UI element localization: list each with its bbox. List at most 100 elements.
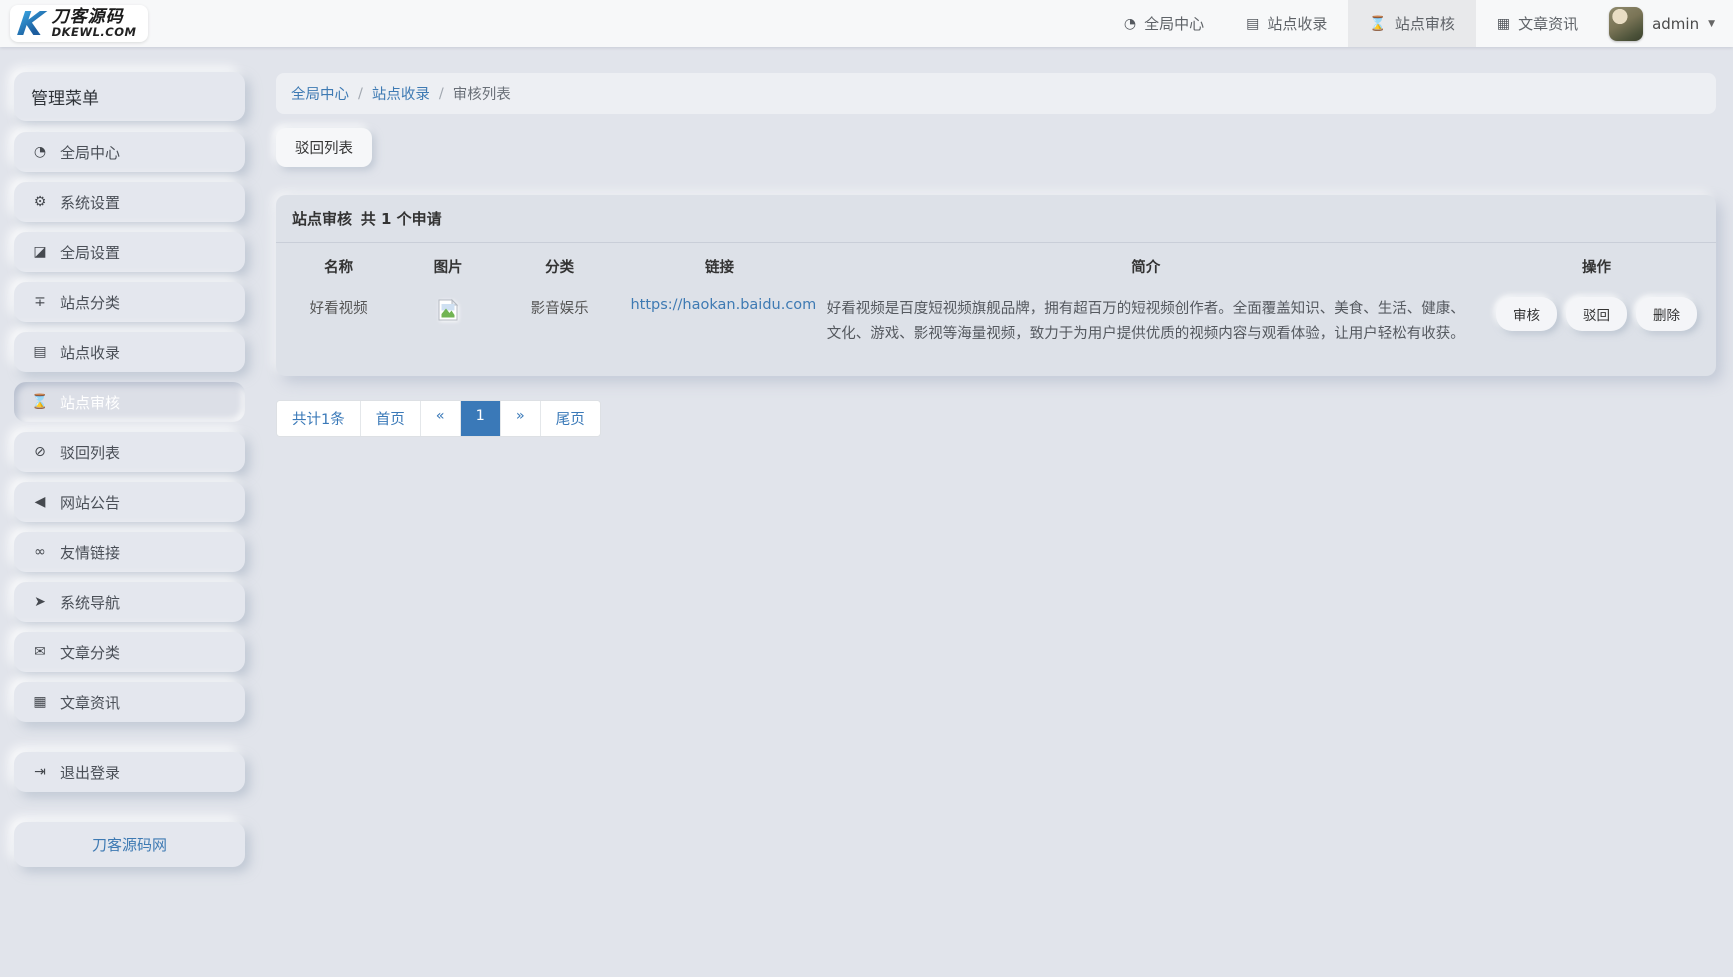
sidebar-item-label: 全局设置	[60, 242, 120, 263]
pagination-first[interactable]: 首页	[361, 401, 421, 436]
cell-site-name: 好看视频	[276, 287, 401, 376]
breadcrumb-separator: /	[439, 86, 444, 102]
sidebar-item-article-news[interactable]: ▦ 文章资讯	[14, 682, 245, 722]
topnav-label: 全局中心	[1144, 13, 1204, 34]
topnav-global-center[interactable]: ◔ 全局中心	[1103, 0, 1225, 47]
sidebar-item-label: 站点审核	[60, 392, 120, 413]
pagination-prev[interactable]: «	[421, 401, 461, 436]
topnav-article-news[interactable]: ▦ 文章资讯	[1476, 0, 1599, 47]
review-panel: 站点审核 共 1 个申请 名称 图片 分类 链接 简介	[276, 195, 1716, 376]
panel-subtitle: 共 1 个申请	[361, 210, 442, 228]
book-icon: ▤	[31, 344, 49, 360]
sidebar-item-label: 站点收录	[60, 342, 120, 363]
reject-list-button[interactable]: 驳回列表	[276, 128, 372, 167]
sidebar-item-system-nav[interactable]: ➤ 系统导航	[14, 582, 245, 622]
table-header-row: 名称 图片 分类 链接 简介 操作	[276, 243, 1716, 287]
image-icon: ◪	[31, 244, 49, 260]
sidebar-item-label: 文章资讯	[60, 692, 120, 713]
pagination-total: 共计1条	[277, 401, 361, 436]
sidebar-item-label: 全局中心	[60, 142, 120, 163]
reject-button[interactable]: 驳回	[1566, 297, 1627, 331]
user-menu[interactable]: admin ▼	[1599, 0, 1733, 47]
cell-site-image	[401, 287, 495, 376]
sidebar-item-label: 系统导航	[60, 592, 120, 613]
sidebar-item-site-announcement[interactable]: ◀ 网站公告	[14, 482, 245, 522]
col-header-category: 分类	[495, 243, 625, 287]
user-name: admin	[1652, 15, 1699, 33]
hourglass-icon: ⌛	[1369, 16, 1386, 32]
col-header-description: 简介	[815, 243, 1477, 287]
row-actions: 审核 驳回 删除	[1483, 297, 1710, 331]
main-content: 全局中心 / 站点收录 / 审核列表 驳回列表 站点审核 共 1 个申请	[245, 47, 1733, 477]
sidebar-item-site-index[interactable]: ▤ 站点收录	[14, 332, 245, 372]
breadcrumb-separator: /	[358, 86, 363, 102]
ban-icon: ⊘	[31, 444, 49, 460]
topnav-label: 文章资讯	[1518, 13, 1578, 34]
col-header-image: 图片	[401, 243, 495, 287]
sidebar-header: 管理菜单	[14, 72, 245, 121]
chevron-down-icon: ▼	[1708, 19, 1715, 29]
top-navigation: ◔ 全局中心 ▤ 站点收录 ⌛ 站点审核 ▦ 文章资讯 admin ▼	[1103, 0, 1733, 47]
app-root: K 刀客源码 DKEWL.COM ◔ 全局中心 ▤ 站点收录 ⌛ 站点审核 ▦ …	[0, 0, 1733, 977]
sidebar-item-system-settings[interactable]: ⚙ 系统设置	[14, 182, 245, 222]
pagination-page-1[interactable]: 1	[461, 401, 501, 436]
newspaper-icon: ▦	[31, 694, 49, 710]
sign-out-icon: ⇥	[31, 764, 49, 780]
approve-button[interactable]: 审核	[1496, 297, 1557, 331]
panel-title: 站点审核	[292, 210, 352, 228]
sidebar-item-global-center[interactable]: ◔ 全局中心	[14, 132, 245, 172]
pagination-next[interactable]: »	[501, 401, 541, 436]
table-row: 好看视频	[276, 287, 1716, 376]
breadcrumb: 全局中心 / 站点收录 / 审核列表	[276, 73, 1716, 114]
sidebar-item-site-review[interactable]: ⌛ 站点审核	[14, 382, 245, 422]
pagination: 共计1条 首页 « 1 » 尾页	[276, 400, 601, 437]
brand-domain: DKEWL.COM	[52, 26, 137, 38]
breadcrumb-site-index[interactable]: 站点收录	[372, 83, 430, 104]
sidebar-item-label: 驳回列表	[60, 442, 120, 463]
col-header-actions: 操作	[1477, 243, 1716, 287]
pagination-last[interactable]: 尾页	[541, 401, 600, 436]
breadcrumb-current: 审核列表	[453, 83, 511, 104]
location-arrow-icon: ➤	[31, 594, 49, 610]
sidebar-item-site-category[interactable]: ∓ 站点分类	[14, 282, 245, 322]
envelope-icon: ✉	[31, 644, 49, 660]
delete-button[interactable]: 删除	[1636, 297, 1697, 331]
topnav-label: 站点审核	[1395, 13, 1455, 34]
avatar	[1609, 7, 1643, 41]
sidebar-footer-link[interactable]: 刀客源码网	[14, 822, 245, 867]
cell-site-category: 影音娱乐	[495, 287, 625, 376]
gear-icon: ⚙	[31, 194, 49, 210]
topbar: K 刀客源码 DKEWL.COM ◔ 全局中心 ▤ 站点收录 ⌛ 站点审核 ▦ …	[0, 0, 1733, 47]
sidebar-item-label: 网站公告	[60, 492, 120, 513]
sidebar-item-article-category[interactable]: ✉ 文章分类	[14, 632, 245, 672]
site-link[interactable]: https://haokan.baidu.com	[630, 297, 816, 313]
sidebar-item-label: 文章分类	[60, 642, 120, 663]
brand-mark: K	[14, 7, 48, 40]
dashboard-icon: ◔	[1124, 16, 1136, 32]
handshake-icon: ∞	[31, 544, 49, 560]
panel-header: 站点审核 共 1 个申请	[276, 195, 1716, 243]
sidebar-item-reject-list[interactable]: ⊘ 驳回列表	[14, 432, 245, 472]
dashboard-icon: ◔	[31, 144, 49, 160]
review-table: 名称 图片 分类 链接 简介 操作 好看视频	[276, 243, 1716, 376]
sidebar-item-logout[interactable]: ⇥ 退出登录	[14, 752, 245, 792]
sidebar-item-global-settings[interactable]: ◪ 全局设置	[14, 232, 245, 272]
book-icon: ▤	[1246, 16, 1259, 32]
sidebar: 管理菜单 ◔ 全局中心 ⚙ 系统设置 ◪ 全局设置 ∓ 站点分类 ▤ 站点收录	[0, 47, 245, 897]
col-header-link: 链接	[624, 243, 814, 287]
bullhorn-icon: ◀	[31, 494, 49, 510]
sidebar-item-label: 系统设置	[60, 192, 120, 213]
sidebar-item-label: 站点分类	[60, 292, 120, 313]
topnav-label: 站点收录	[1267, 13, 1327, 34]
breadcrumb-global-center[interactable]: 全局中心	[291, 83, 349, 104]
topnav-site-index[interactable]: ▤ 站点收录	[1225, 0, 1348, 47]
newspaper-icon: ▦	[1497, 16, 1510, 32]
broken-image-icon	[435, 297, 461, 327]
brand-logo[interactable]: K 刀客源码 DKEWL.COM	[10, 5, 148, 42]
col-header-name: 名称	[276, 243, 401, 287]
hourglass-icon: ⌛	[31, 394, 49, 410]
topnav-site-review[interactable]: ⌛ 站点审核	[1348, 0, 1475, 47]
sidebar-spacer	[14, 732, 245, 752]
sidebar-item-friend-links[interactable]: ∞ 友情链接	[14, 532, 245, 572]
sidebar-item-label: 退出登录	[60, 762, 120, 783]
